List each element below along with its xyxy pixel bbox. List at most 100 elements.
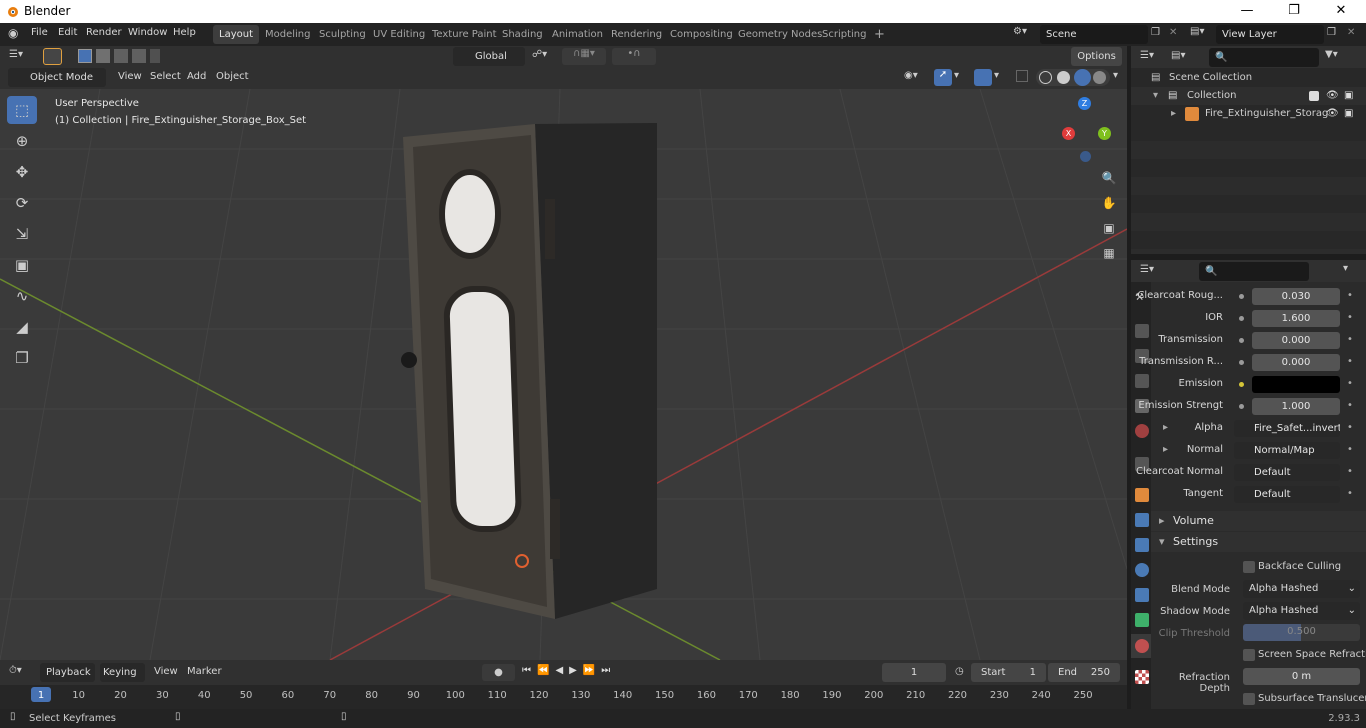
grid-toggle-icon[interactable]: ▦ [1099, 241, 1119, 266]
menu-file[interactable]: File [31, 27, 48, 38]
menu-add[interactable]: Add [187, 71, 206, 82]
prop-value-field[interactable]: 1.000 [1252, 398, 1340, 415]
properties-editor-icon[interactable]: ☰▾ [1140, 264, 1154, 275]
camera-view-icon[interactable]: ▣ [1099, 216, 1119, 241]
object-tab-icon[interactable] [1135, 488, 1149, 502]
solid-shading-icon[interactable] [1057, 71, 1070, 84]
socket-icon[interactable] [1239, 360, 1244, 365]
select-new-icon[interactable] [78, 49, 92, 63]
select-tool-icon[interactable] [43, 48, 62, 65]
properties-search-input[interactable]: 🔍 [1199, 262, 1309, 281]
keyframe-dot-icon[interactable]: • [1347, 334, 1353, 345]
emission-color-swatch[interactable] [1252, 376, 1340, 393]
settings-section[interactable]: ▾ Settings [1151, 532, 1366, 552]
menu-object[interactable]: Object [216, 71, 249, 82]
view-layer-icon[interactable]: ▤▾ [1190, 26, 1204, 37]
exclude-checkbox[interactable] [1309, 91, 1319, 101]
start-frame-field[interactable]: Start 1 [971, 663, 1046, 682]
object-eye-icon[interactable]: 👁 [1326, 105, 1339, 123]
render-tab-icon[interactable] [1135, 324, 1149, 338]
texture-tab-icon[interactable] [1135, 670, 1149, 684]
3d-viewport[interactable]: Z X Y 🔍 ✋ ▣ ▦ [0, 89, 1127, 660]
outliner-row-scene-collection[interactable]: ▤ Scene Collection [1131, 69, 1366, 87]
prop-link-field[interactable]: Normal/Map [1234, 442, 1340, 459]
tab-geometry-nodes[interactable]: Geometry Nodes [732, 25, 828, 44]
gizmo-neg-z-icon[interactable] [1080, 151, 1091, 162]
gizmo-menu-icon[interactable]: ▾ [954, 70, 959, 81]
visibility-icon[interactable]: ◉▾ [904, 70, 918, 81]
tab-modeling[interactable]: Modeling [259, 25, 317, 44]
camera-render-icon[interactable]: ▣ [1344, 87, 1353, 105]
keyframe-dot-icon[interactable]: • [1347, 290, 1353, 301]
add-workspace-icon[interactable]: + [868, 25, 891, 44]
transform-orientation-dropdown[interactable]: Global [453, 47, 525, 66]
options-dropdown[interactable]: Options [1071, 47, 1122, 66]
remove-view-layer-icon[interactable]: ✕ [1347, 27, 1355, 38]
end-frame-field[interactable]: End 250 [1048, 663, 1120, 682]
new-scene-icon[interactable]: ❐ [1151, 27, 1160, 38]
menu-help[interactable]: Help [173, 27, 196, 38]
shadow-mode-dropdown[interactable]: Alpha Hashed ⌄ [1243, 602, 1360, 620]
prop-link-field[interactable]: Default [1234, 464, 1340, 481]
menu-render[interactable]: Render [86, 27, 122, 38]
outliner-search-input[interactable]: 🔍 [1209, 48, 1319, 67]
keyframe-dot-icon[interactable]: • [1347, 422, 1353, 433]
data-tab-icon[interactable] [1135, 613, 1149, 627]
proportional-edit-icon[interactable]: •∩ [612, 48, 656, 65]
tab-rendering[interactable]: Rendering [605, 25, 668, 44]
backface-culling-checkbox[interactable] [1243, 561, 1255, 573]
display-mode-icon[interactable]: ▤▾ [1171, 50, 1185, 61]
gizmo-x-icon[interactable]: X [1062, 127, 1075, 140]
tab-scripting[interactable]: Scripting [816, 25, 872, 44]
keyframe-dot-icon[interactable]: • [1347, 312, 1353, 323]
current-frame-field[interactable]: 1 [882, 663, 946, 682]
navigation-gizmo[interactable]: Z X Y [1058, 97, 1114, 167]
snap-icon[interactable]: ∩▦▾ [562, 48, 606, 65]
modifier-tab-icon[interactable] [1135, 513, 1149, 527]
prop-value-field[interactable]: 0.030 [1252, 288, 1340, 305]
tab-uv-editing[interactable]: UV Editing [367, 25, 431, 44]
minimize-button[interactable]: — [1224, 2, 1270, 21]
prop-value-field[interactable]: 0.000 [1252, 332, 1340, 349]
prop-link-field[interactable]: Default [1234, 486, 1340, 503]
editor-type-icon[interactable]: ☰▾ [9, 49, 23, 60]
cursor-tool-icon[interactable]: ⊕ [7, 127, 37, 155]
sss-checkbox[interactable] [1243, 693, 1255, 705]
scale-tool-icon[interactable]: ⇲ [7, 220, 37, 248]
shading-menu-icon[interactable]: ▾ [1113, 70, 1118, 81]
playback-menu[interactable]: Playback [40, 663, 95, 682]
overlay-menu-icon[interactable]: ▾ [994, 70, 999, 81]
timeline-marker-menu[interactable]: Marker [187, 666, 222, 677]
maximize-button[interactable]: ❐ [1271, 2, 1317, 21]
gizmo-y-icon[interactable]: Y [1098, 127, 1111, 140]
constraints-tab-icon[interactable] [1135, 588, 1149, 602]
expand-arrow-icon[interactable]: ▸ [1163, 422, 1168, 433]
wireframe-shading-icon[interactable] [1039, 71, 1052, 84]
socket-icon[interactable] [1239, 294, 1244, 299]
select-extend-icon[interactable] [96, 49, 110, 63]
zoom-icon[interactable]: 🔍 [1099, 166, 1119, 191]
tab-texture-paint[interactable]: Texture Paint [426, 25, 503, 44]
socket-icon[interactable] [1239, 404, 1244, 409]
outliner-row-collection[interactable]: ▾ ▤ Collection 👁 ▣ [1131, 87, 1366, 105]
gizmo-toggle-icon[interactable]: ➚ [934, 69, 952, 86]
tab-shading[interactable]: Shading [496, 25, 549, 44]
rendered-shading-icon[interactable] [1093, 71, 1106, 84]
scene-field[interactable]: Scene [1040, 25, 1148, 44]
material-preview-icon[interactable] [1074, 69, 1091, 86]
add-cube-tool-icon[interactable]: ❐ [7, 344, 37, 372]
scene-icon[interactable]: ⚙▾ [1013, 26, 1027, 37]
expand-arrow-icon[interactable]: ▸ [1171, 105, 1176, 123]
overlay-toggle-icon[interactable] [974, 69, 992, 86]
keyframe-dot-icon[interactable]: • [1347, 356, 1353, 367]
outliner-editor-icon[interactable]: ☰▾ [1140, 50, 1154, 61]
select-invert-icon[interactable] [132, 49, 146, 63]
outliner-row-object[interactable]: ▸ Fire_Extinguisher_Storag 👁 ▣ [1131, 105, 1366, 123]
clip-threshold-slider[interactable]: 0.500 [1243, 624, 1360, 641]
collapse-arrow-icon[interactable]: ▾ [1153, 87, 1158, 105]
keyframe-dot-icon[interactable]: • [1347, 378, 1353, 389]
gizmo-z-icon[interactable]: Z [1078, 97, 1091, 110]
tab-sculpting[interactable]: Sculpting [313, 25, 372, 44]
blend-mode-dropdown[interactable]: Alpha Hashed ⌄ [1243, 580, 1360, 598]
select-intersect-icon[interactable] [150, 49, 160, 63]
